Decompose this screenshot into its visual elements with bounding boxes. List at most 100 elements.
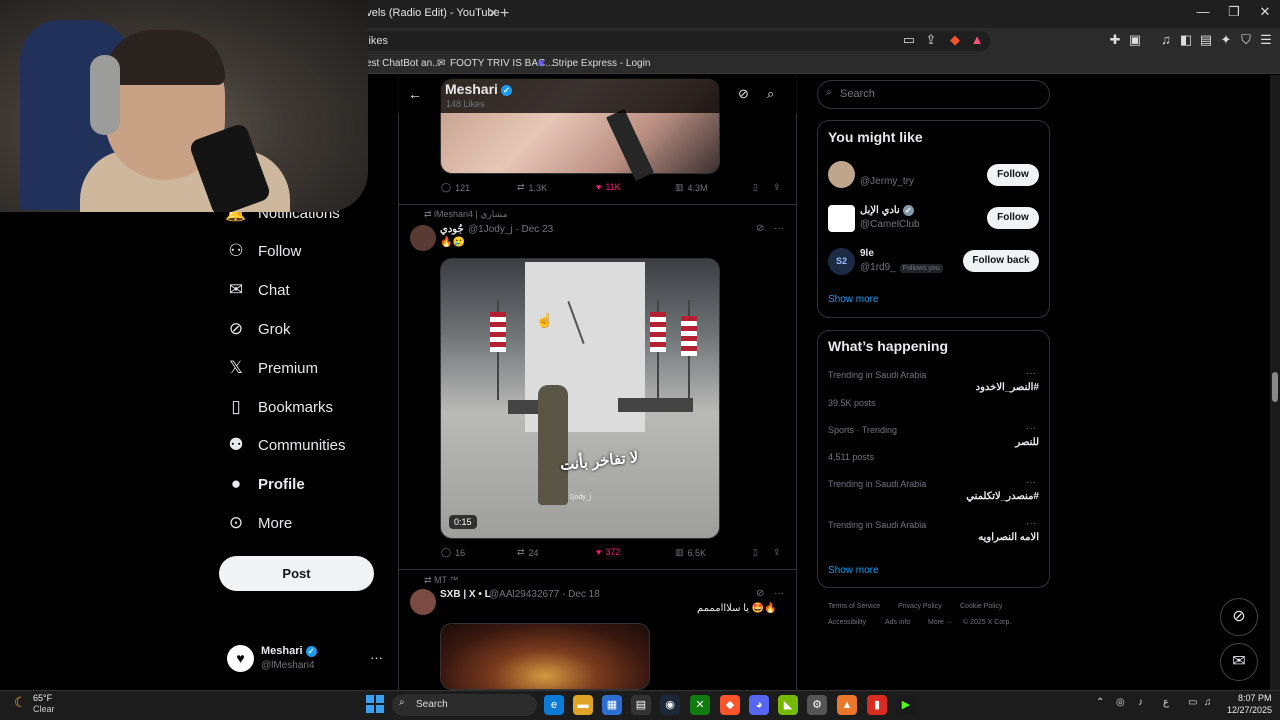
menu-icon[interactable]: ☰: [1257, 31, 1275, 49]
search-input[interactable]: Search: [817, 80, 1050, 109]
nav-premium[interactable]: 𝕏 Premium: [226, 351, 318, 385]
xbox-icon[interactable]: ✕: [690, 695, 710, 715]
trend-more-icon[interactable]: ···: [1026, 423, 1036, 434]
nav-follow[interactable]: ⚇ Follow: [226, 234, 301, 268]
volume-icon[interactable]: ♫: [1204, 697, 1212, 708]
microphone-icon[interactable]: ♪: [1138, 697, 1143, 708]
suggestion-name[interactable]: 9le: [860, 248, 874, 259]
follow-button[interactable]: Follow: [987, 207, 1039, 229]
brave-icon[interactable]: ◆: [720, 695, 740, 715]
sidebar-icon[interactable]: ◧: [1177, 31, 1195, 49]
bookmark-button[interactable]: ▯: [753, 547, 758, 558]
repost-button[interactable]: ⇄ 24: [517, 547, 539, 558]
bookmark-item[interactable]: Stripe Express - Login: [552, 57, 650, 71]
avatar[interactable]: ♥: [227, 645, 254, 672]
extensions-icon[interactable]: ✚: [1106, 31, 1124, 49]
tweet-more-icon[interactable]: ···: [774, 588, 784, 599]
follow-button[interactable]: Follow: [987, 164, 1039, 186]
maximize-icon[interactable]: ❐: [1219, 4, 1249, 20]
suggestion-handle[interactable]: @1rd9_ Follows you: [860, 262, 943, 273]
taskbar-search[interactable]: Search: [392, 694, 537, 716]
search-icon[interactable]: ⌕: [767, 86, 774, 102]
app-icon[interactable]: ▮: [867, 695, 887, 715]
grok-icon[interactable]: ⊘: [756, 223, 764, 234]
show-more-link[interactable]: Show more: [828, 294, 879, 305]
grok-floating-button[interactable]: ⊘: [1220, 598, 1258, 636]
nav-communities[interactable]: ⚉ Communities: [226, 428, 345, 462]
taskbar-time[interactable]: 8:07 PM: [1238, 693, 1272, 703]
footer-link[interactable]: Terms of Service: [828, 603, 880, 610]
footer-link[interactable]: More ···: [928, 619, 953, 626]
windows-start-icon[interactable]: [366, 695, 384, 713]
keyboard-language[interactable]: ع: [1163, 697, 1169, 708]
share-icon[interactable]: ⇪: [922, 31, 940, 49]
trend-name[interactable]: الامه النصراويه: [839, 532, 1039, 543]
nav-profile[interactable]: ● Profile: [226, 467, 305, 501]
suggestion-handle[interactable]: @Jermy_try: [860, 176, 914, 187]
brave-shield-icon[interactable]: ◆: [946, 31, 964, 49]
avatar[interactable]: [410, 225, 436, 251]
suggestion-name[interactable]: نادي الإبل ✓: [860, 205, 914, 216]
nav-chat[interactable]: ✉ Chat: [226, 273, 290, 307]
follow-back-button[interactable]: Follow back: [963, 250, 1039, 272]
steam-icon[interactable]: ◉: [660, 695, 680, 715]
nav-more[interactable]: ⊙ More: [226, 506, 292, 540]
kick-icon[interactable]: ▶: [896, 695, 916, 715]
share-button[interactable]: ⇪: [773, 182, 781, 193]
footer-link[interactable]: Ads info: [885, 619, 910, 626]
grok-icon[interactable]: ⊘: [756, 588, 764, 599]
nav-grok[interactable]: ⊘ Grok: [226, 312, 291, 346]
share-button[interactable]: ⇪: [773, 547, 781, 558]
tweet-media-image[interactable]: [440, 623, 650, 690]
bookmark-button[interactable]: ▯: [753, 182, 758, 193]
discord-icon[interactable]: ◕: [749, 695, 769, 715]
show-more-link[interactable]: Show more: [828, 565, 879, 576]
reply-button[interactable]: ◯ 121: [441, 182, 470, 193]
nav-bookmarks[interactable]: ▯ Bookmarks: [226, 390, 333, 424]
like-button[interactable]: ♥ 11K: [596, 182, 621, 192]
cast-icon[interactable]: ▭: [900, 31, 918, 49]
repost-context[interactable]: ⇄ MT ™: [424, 575, 458, 586]
leo-ai-icon[interactable]: ✦: [1217, 31, 1235, 49]
app-icon[interactable]: ⚙: [807, 695, 827, 715]
wallet-icon[interactable]: ▤: [1197, 31, 1215, 49]
trend-name[interactable]: #منصدر_لاتكلمني: [839, 491, 1039, 502]
brave-rewards-icon[interactable]: ▲: [968, 31, 986, 49]
views-button[interactable]: ▥ 6.5K: [675, 547, 706, 558]
tweet-author-name[interactable]: جُودي: [440, 224, 464, 235]
file-explorer-icon[interactable]: ▬: [573, 695, 593, 715]
footer-link[interactable]: Accessibility: [828, 619, 866, 626]
nvidia-icon[interactable]: ◣: [778, 695, 798, 715]
network-icon[interactable]: ▭: [1188, 697, 1197, 708]
account-more-icon[interactable]: ···: [370, 650, 383, 665]
trend-name[interactable]: للنصر: [839, 437, 1039, 448]
app-icon[interactable]: ▲: [837, 695, 857, 715]
suggestion-handle[interactable]: @CamelClub: [860, 219, 920, 230]
messages-floating-button[interactable]: ✉: [1220, 643, 1258, 681]
avatar[interactable]: [410, 589, 436, 615]
post-button[interactable]: Post: [219, 556, 374, 591]
music-icon[interactable]: ♫: [1157, 31, 1175, 49]
trend-more-icon[interactable]: ···: [1026, 477, 1036, 488]
tray-chevron-icon[interactable]: ⌃: [1096, 697, 1104, 708]
repost-context[interactable]: ⇄ lMeshari4 | مشاري: [424, 209, 507, 220]
bookmark-item[interactable]: est ChatBot an...: [366, 57, 441, 71]
trend-more-icon[interactable]: ···: [1026, 368, 1036, 379]
store-icon[interactable]: ▦: [602, 695, 622, 715]
trend-more-icon[interactable]: ···: [1026, 518, 1036, 529]
trend-name[interactable]: #النصر_الاخدود: [839, 382, 1039, 393]
new-tab-icon[interactable]: +: [500, 5, 509, 23]
reply-button[interactable]: ◯ 16: [441, 547, 465, 558]
minimize-icon[interactable]: —: [1188, 4, 1218, 19]
back-arrow-icon[interactable]: ←: [408, 86, 422, 102]
views-button[interactable]: ▥ 4.3M: [675, 182, 708, 193]
tab-close-icon[interactable]: ✕: [488, 6, 498, 20]
reader-icon[interactable]: ▣: [1126, 31, 1144, 49]
tweet-more-icon[interactable]: ···: [774, 223, 784, 234]
grok-icon[interactable]: ⊘: [738, 86, 749, 102]
account-name[interactable]: Meshari ✓: [261, 645, 317, 657]
address-bar[interactable]: likes: [350, 31, 990, 51]
repost-button[interactable]: ⇄ 1.3K: [517, 182, 547, 193]
close-window-icon[interactable]: ✕: [1250, 4, 1280, 20]
tweet-handle-date[interactable]: @AAl29432677 · Dec 18: [489, 589, 600, 600]
